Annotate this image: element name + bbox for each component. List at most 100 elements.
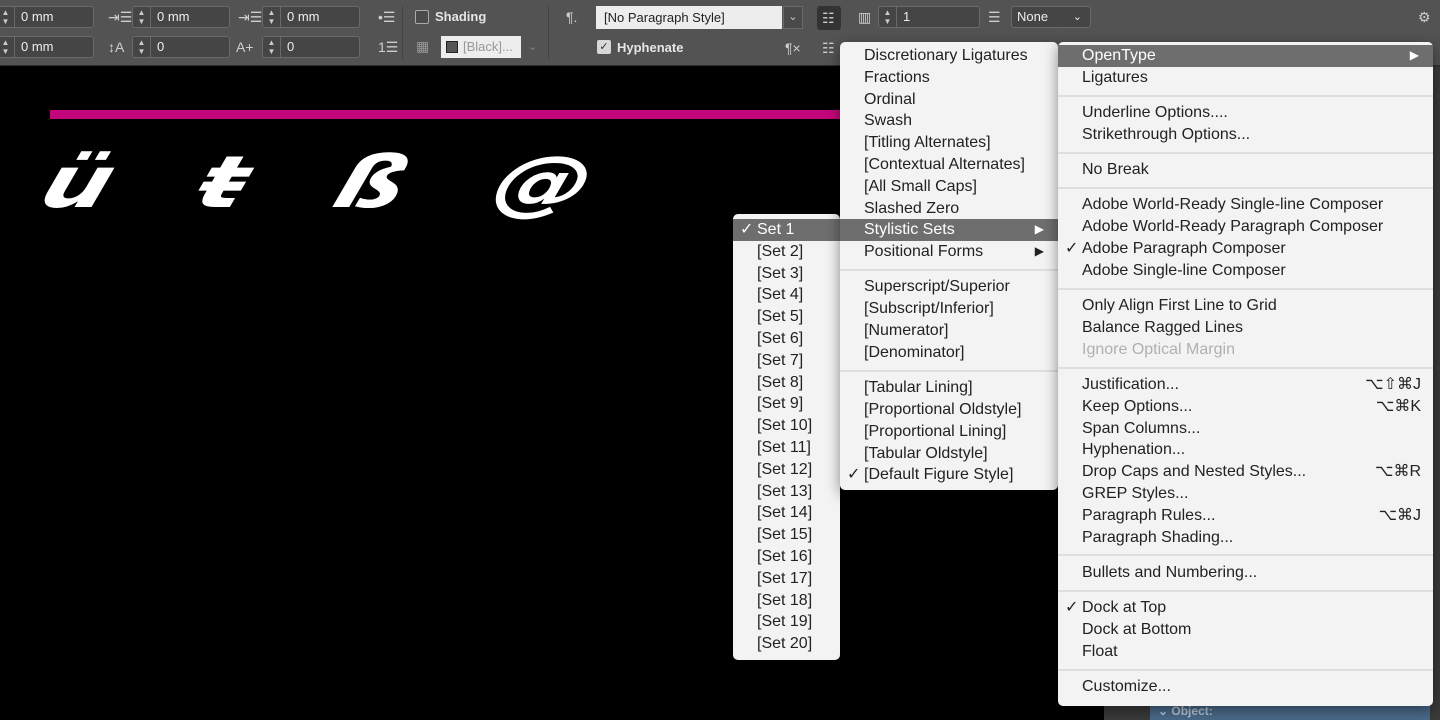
- menu-item-bullets-and-numbering[interactable]: Bullets and Numbering...: [1058, 562, 1433, 584]
- stepper[interactable]: ▲ ▼: [133, 37, 151, 57]
- menu-item-set-8[interactable]: [Set 8]: [733, 372, 840, 394]
- menu-item-proportional-oldstyle[interactable]: [Proportional Oldstyle]: [840, 399, 1058, 421]
- menu-item-set-13[interactable]: [Set 13]: [733, 481, 840, 503]
- menu-item-span-columns[interactable]: Span Columns...: [1058, 418, 1433, 440]
- span-dropdown[interactable]: None ⌄: [1011, 6, 1091, 28]
- shading-checkbox[interactable]: [415, 10, 429, 24]
- menu-item-set-4[interactable]: [Set 4]: [733, 284, 840, 306]
- menu-item-superscript-superior[interactable]: Superscript/Superior: [840, 276, 1058, 298]
- menu-item-set-6[interactable]: [Set 6]: [733, 328, 840, 350]
- stepper[interactable]: ▲ ▼: [263, 37, 281, 57]
- menu-item-denominator[interactable]: [Denominator]: [840, 342, 1058, 364]
- menu-item-set-20[interactable]: [Set 20]: [733, 633, 840, 655]
- drop-cap-chars-field[interactable]: ▲ ▼ 0: [262, 36, 360, 58]
- menu-item-dock-at-top[interactable]: ✓ Dock at Top: [1058, 597, 1433, 619]
- menu-item-set-3[interactable]: [Set 3]: [733, 263, 840, 285]
- menu-item-set-10[interactable]: [Set 10]: [733, 415, 840, 437]
- menu-item-strikethrough-options[interactable]: Strikethrough Options...: [1058, 124, 1433, 146]
- clear-overrides-icon[interactable]: ¶×: [785, 40, 801, 56]
- menu-item-float[interactable]: Float: [1058, 641, 1433, 663]
- menu-separator: [1058, 584, 1433, 598]
- menu-item-adobe-world-ready-paragraph-composer[interactable]: Adobe World-Ready Paragraph Composer: [1058, 216, 1433, 238]
- menu-item-justification[interactable]: Justification... ⌥⇧⌘J: [1058, 374, 1433, 396]
- first-line-indent-field[interactable]: ▲ ▼ 0 mm: [132, 6, 230, 28]
- align-away-spine-button[interactable]: ☷: [817, 6, 841, 30]
- menu-item-contextual-alternates[interactable]: [Contextual Alternates]: [840, 154, 1058, 176]
- space-before-field[interactable]: ▲ ▼ 0 mm: [262, 6, 360, 28]
- menu-item-paragraph-shading[interactable]: Paragraph Shading...: [1058, 527, 1433, 549]
- shortcut-label: ⌥⌘K: [1375, 397, 1421, 415]
- menu-item-label: Adobe World-Ready Paragraph Composer: [1082, 218, 1384, 236]
- stepper[interactable]: ▲ ▼: [879, 7, 897, 27]
- stepper[interactable]: ▲ ▼: [133, 7, 151, 27]
- menu-item-ligatures[interactable]: Ligatures: [1058, 67, 1433, 89]
- menu-item-only-align-first-line-to-grid[interactable]: Only Align First Line to Grid: [1058, 295, 1433, 317]
- menu-item-customize[interactable]: Customize...: [1058, 676, 1433, 698]
- menu-item-dock-at-bottom[interactable]: Dock at Bottom: [1058, 619, 1433, 641]
- menu-item-label: [Set 10]: [757, 417, 813, 435]
- stepper[interactable]: ▲ ▼: [0, 37, 15, 57]
- left-indent-field[interactable]: ▲ ▼ 0 mm: [0, 6, 94, 28]
- menu-item-slashed-zero[interactable]: Slashed Zero: [840, 198, 1058, 220]
- menu-item-discretionary-ligatures[interactable]: Discretionary Ligatures: [840, 45, 1058, 67]
- shortcut-label: ⌥⌘J: [1378, 506, 1421, 524]
- menu-item-opentype[interactable]: OpenType ▶: [1058, 45, 1433, 67]
- menu-item-stylistic-sets[interactable]: Stylistic Sets ▶: [840, 219, 1058, 242]
- chevron-down-icon[interactable]: ⌄: [528, 40, 537, 53]
- menu-item-set-12[interactable]: [Set 12]: [733, 459, 840, 481]
- grid-align-icon[interactable]: ☷: [822, 40, 835, 56]
- menu-item-set-19[interactable]: [Set 19]: [733, 611, 840, 633]
- menu-item-positional-forms[interactable]: Positional Forms ▶: [840, 241, 1058, 263]
- menu-item-no-break[interactable]: No Break: [1058, 159, 1433, 181]
- menu-item-drop-caps-and-nested-styles[interactable]: Drop Caps and Nested Styles... ⌥⌘R: [1058, 461, 1433, 483]
- menu-item-adobe-single-line-composer[interactable]: Adobe Single-line Composer: [1058, 260, 1433, 282]
- stepper[interactable]: ▲ ▼: [263, 7, 281, 27]
- shading-color-dropdown[interactable]: [Black]...: [441, 36, 521, 58]
- panel-header-object[interactable]: ⌄ Object:: [1150, 704, 1430, 720]
- menu-item-set-9[interactable]: [Set 9]: [733, 393, 840, 415]
- menu-item-titling-alternates[interactable]: [Titling Alternates]: [840, 132, 1058, 154]
- menu-item-label: [Tabular Oldstyle]: [864, 444, 988, 462]
- menu-item-tabular-lining[interactable]: [Tabular Lining]: [840, 377, 1058, 399]
- menu-item-hyphenation[interactable]: Hyphenation...: [1058, 439, 1433, 461]
- span-columns-icon: ☰: [988, 9, 1001, 25]
- menu-item-set-11[interactable]: [Set 11]: [733, 437, 840, 459]
- menu-item-adobe-paragraph-composer[interactable]: ✓ Adobe Paragraph Composer: [1058, 238, 1433, 260]
- menu-item-set-7[interactable]: [Set 7]: [733, 350, 840, 372]
- menu-item-all-small-caps[interactable]: [All Small Caps]: [840, 176, 1058, 198]
- menu-item-adobe-world-ready-single-line-composer[interactable]: Adobe World-Ready Single-line Composer: [1058, 194, 1433, 216]
- menu-item-set-17[interactable]: [Set 17]: [733, 568, 840, 590]
- menu-item-proportional-lining[interactable]: [Proportional Lining]: [840, 421, 1058, 443]
- right-indent-field[interactable]: ▲ ▼ 0 mm: [0, 36, 94, 58]
- menu-item-default-figure-style[interactable]: ✓ [Default Figure Style]: [840, 464, 1058, 486]
- menu-item-subscript-inferior[interactable]: [Subscript/Inferior]: [840, 298, 1058, 320]
- gear-icon[interactable]: ⚙: [1418, 9, 1431, 25]
- menu-item-numerator[interactable]: [Numerator]: [840, 320, 1058, 342]
- menu-item-underline-options[interactable]: Underline Options....: [1058, 102, 1433, 124]
- menu-item-fractions[interactable]: Fractions: [840, 67, 1058, 89]
- chevron-down-icon[interactable]: ⌄: [783, 6, 803, 29]
- numbered-list-icon[interactable]: 1☰: [378, 39, 398, 55]
- menu-item-keep-options[interactable]: Keep Options... ⌥⌘K: [1058, 396, 1433, 418]
- menu-item-set-18[interactable]: [Set 18]: [733, 590, 840, 612]
- menu-item-set-16[interactable]: [Set 16]: [733, 546, 840, 568]
- menu-item-tabular-oldstyle[interactable]: [Tabular Oldstyle]: [840, 443, 1058, 465]
- menu-item-swash[interactable]: Swash: [840, 110, 1058, 132]
- menu-item-balance-ragged-lines[interactable]: Balance Ragged Lines: [1058, 317, 1433, 339]
- menu-item-label: Slashed Zero: [864, 199, 960, 217]
- menu-item-set-2[interactable]: [Set 2]: [733, 241, 840, 263]
- menu-item-set-5[interactable]: [Set 5]: [733, 306, 840, 328]
- menu-item-set-1[interactable]: ✓ Set 1: [733, 219, 840, 241]
- hyphenate-checkbox[interactable]: ✓: [597, 40, 611, 54]
- columns-field[interactable]: ▲ ▼ 1: [878, 6, 980, 28]
- menu-item-ordinal[interactable]: Ordinal: [840, 89, 1058, 111]
- menu-item-paragraph-rules[interactable]: Paragraph Rules... ⌥⌘J: [1058, 505, 1433, 527]
- menu-item-set-15[interactable]: [Set 15]: [733, 524, 840, 546]
- menu-item-grep-styles[interactable]: GREP Styles...: [1058, 483, 1433, 505]
- stepper[interactable]: ▲ ▼: [0, 7, 15, 27]
- drop-cap-lines-field[interactable]: ▲ ▼ 0: [132, 36, 230, 58]
- menu-item-label: Stylistic Sets: [864, 221, 955, 239]
- bulleted-list-icon[interactable]: •☰: [378, 9, 395, 25]
- paragraph-style-dropdown[interactable]: [No Paragraph Style]: [596, 6, 782, 29]
- menu-item-set-14[interactable]: [Set 14]: [733, 502, 840, 524]
